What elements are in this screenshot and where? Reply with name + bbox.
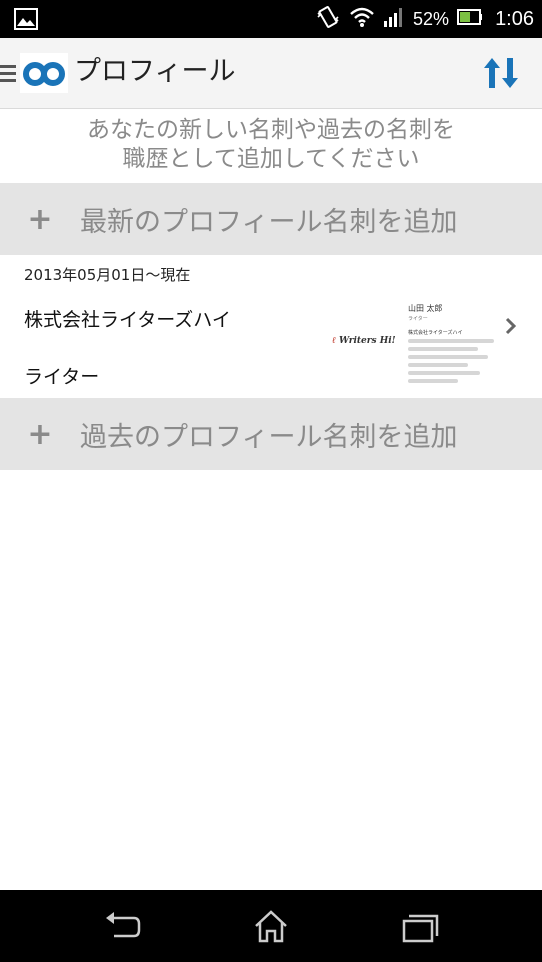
thumbnail-blurred-line [408,371,480,375]
sort-icon[interactable] [482,54,520,96]
thumbnail-blurred-line [408,347,478,351]
intro-line-1: あなたの新しい名刺や過去の名刺を [87,117,455,143]
thumbnail-blurred-line [408,379,458,383]
gallery-icon [14,8,38,34]
plus-icon: + [27,416,53,452]
profile-card-item[interactable]: 2013年05月01日～現在 株式会社ライターズハイ ライター 山田 太郎 ライ… [0,255,542,398]
thumbnail-blurred-line [408,339,494,343]
clock: 1:06 [495,7,534,30]
action-bar: プロフィール [0,38,542,109]
add-past-label: 過去のプロフィール名刺を追加 [80,421,458,453]
home-icon[interactable] [252,908,290,948]
vibrate-icon [315,4,341,34]
thumbnail-blurred-line [408,363,468,367]
thumbnail-role: ライター [408,316,428,322]
chevron-right-icon[interactable] [504,316,518,340]
add-latest-label: 最新のプロフィール名刺を追加 [80,206,458,238]
battery-percent: 52% [413,8,450,29]
back-icon[interactable] [102,908,142,948]
plus-icon: + [27,201,53,237]
menu-icon[interactable] [0,63,16,89]
thumbnail-name: 山田 太郎 [408,304,443,313]
wifi-icon [349,6,375,32]
thumbnail-blurred-line [408,355,488,359]
card-company: 株式会社ライターズハイ [24,309,231,331]
intro-line-2: 職歴として追加してください [122,146,420,172]
thumbnail-company: 株式会社ライターズハイ [408,330,463,336]
battery-icon [457,9,483,29]
status-bar: 52% 1:06 [0,0,542,38]
add-latest-card-button[interactable]: + 最新のプロフィール名刺を追加 [0,183,542,255]
page-title: プロフィール [74,56,236,87]
card-period: 2013年05月01日～現在 [24,266,191,284]
add-past-card-button[interactable]: + 過去のプロフィール名刺を追加 [0,398,542,470]
thumbnail-brand-logo: ℓ Writers Hi! [332,336,396,346]
recent-apps-icon[interactable] [400,908,440,948]
intro-message: あなたの新しい名刺や過去の名刺を 職歴として追加してください [0,116,542,174]
navigation-bar [0,890,542,962]
signal-icon [383,6,405,32]
business-card-thumbnail[interactable]: 山田 太郎 ライター 株式会社ライターズハイ ℓ Writers Hi! [330,297,500,393]
app-logo-icon[interactable] [20,53,68,93]
card-position: ライター [24,366,100,388]
